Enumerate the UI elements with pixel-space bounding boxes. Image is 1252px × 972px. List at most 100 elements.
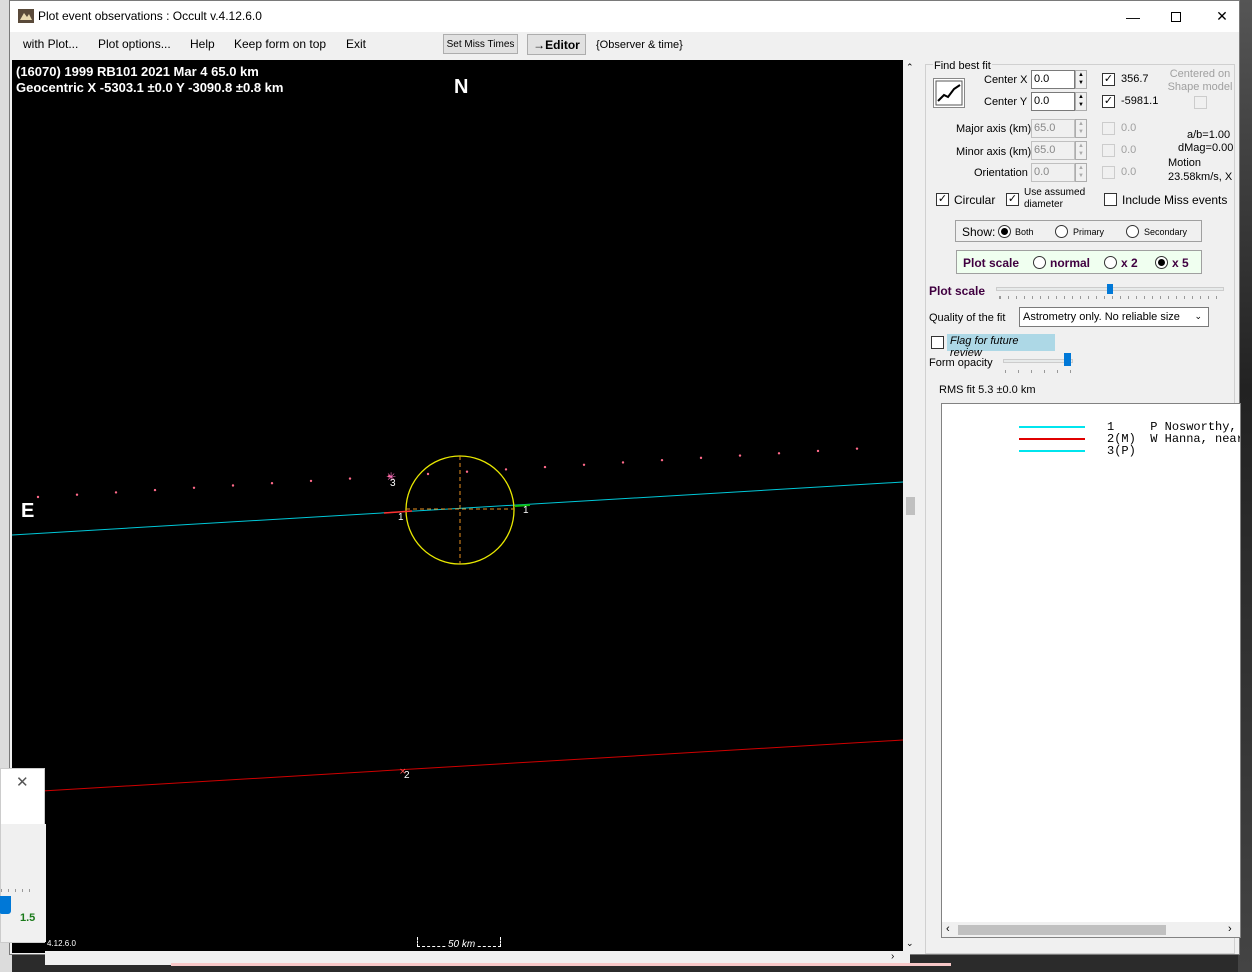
major-axis-checkbox[interactable] — [1102, 122, 1115, 135]
show-both-radio[interactable] — [998, 225, 1011, 238]
orientation-spinner[interactable]: ▲ ▼ — [1075, 163, 1087, 182]
scroll-right-icon[interactable]: › — [1228, 923, 1232, 935]
show-secondary-radio[interactable] — [1126, 225, 1139, 238]
menu-help[interactable]: Help — [190, 37, 215, 51]
path-dot — [270, 481, 274, 485]
find-fit-button[interactable] — [933, 78, 965, 108]
path-dot — [75, 493, 79, 496]
major-axis-input[interactable]: 65.0 — [1031, 119, 1075, 138]
center-y-check-value: -5981.1 — [1121, 95, 1159, 107]
opacity-slider-track[interactable] — [1003, 359, 1073, 363]
center-x-checkbox[interactable]: ✓ — [1102, 73, 1115, 86]
scroll-down-icon[interactable]: ⌄ — [906, 938, 914, 949]
legend-text-3: 3(P) — [1107, 444, 1136, 458]
close-button[interactable]: ✕ — [1199, 1, 1245, 32]
opacity-slider-thumb[interactable] — [1064, 353, 1071, 366]
menu-exit[interactable]: Exit — [346, 37, 366, 51]
partial-popup-window: ✕ 1.5 — [0, 768, 46, 943]
motion-value: 23.58km/s, X — [1168, 171, 1233, 183]
legend-row-1[interactable]: 1 P Nosworthy, near Ha — [942, 409, 1240, 433]
path-dot — [660, 458, 664, 462]
observer-legend-list[interactable]: 1 P Nosworthy, near Ha 2(M) W Hanna, nea… — [941, 403, 1241, 938]
path-dot — [348, 477, 352, 480]
menu-plot-options[interactable]: Plot options... — [98, 37, 171, 51]
plot-scale-label: Plot scale — [963, 256, 1020, 270]
path-dot — [738, 454, 742, 457]
center-x-check-value: 356.7 — [1121, 73, 1149, 85]
hscroll-track-highlight — [171, 963, 951, 966]
quality-select-value: Astrometry only. No reliable size — [1023, 311, 1180, 323]
menu-with-plot[interactable]: with Plot... — [23, 37, 78, 51]
legend-hscrollbar[interactable]: ‹ › — [942, 922, 1240, 937]
include-miss-label: Include Miss events — [1122, 193, 1228, 207]
path-dot — [816, 449, 820, 453]
plot-canvas[interactable]: (16070) 1999 RB101 2021 Mar 4 65.0 km Ge… — [12, 60, 903, 953]
find-best-fit-title: Find best fit — [933, 60, 992, 72]
path-dot — [36, 495, 40, 499]
titlebar: Plot event observations : Occult v.4.12.… — [10, 1, 1239, 32]
form-opacity-label: Form opacity — [929, 357, 993, 369]
quality-select[interactable]: Astrometry only. No reliable size ⌄ — [1019, 307, 1209, 327]
legend-hscroll-thumb[interactable] — [958, 925, 1166, 935]
center-y-checkbox[interactable]: ✓ — [1102, 95, 1115, 108]
include-miss-checkbox[interactable] — [1104, 193, 1117, 206]
opacity-slider-ticks — [1005, 370, 1071, 373]
circular-checkbox[interactable]: ✓ — [936, 193, 949, 206]
shadow-path-dots — [36, 447, 859, 499]
use-assumed-checkbox[interactable]: ✓ — [1006, 193, 1019, 206]
vscroll-thumb[interactable] — [906, 497, 915, 515]
path-dot — [543, 465, 547, 469]
orientation-checkbox[interactable] — [1102, 166, 1115, 179]
plot-scale-slider-thumb[interactable] — [1107, 284, 1113, 294]
chevron-down-icon: ⌄ — [1194, 311, 1202, 321]
minor-axis-checkbox[interactable] — [1102, 144, 1115, 157]
flag-review-checkbox[interactable] — [931, 336, 944, 349]
menu-keep-on-top[interactable]: Keep form on top — [234, 37, 326, 51]
scale-x2-label: x 2 — [1121, 256, 1138, 270]
plot-horizontal-scrollbar[interactable]: › — [45, 951, 951, 966]
center-y-spinner[interactable]: ▲ ▼ — [1075, 92, 1087, 111]
center-x-input[interactable]: 0.0 — [1031, 70, 1075, 89]
editor-button[interactable]: →Editor — [527, 34, 586, 55]
orientation-input[interactable]: 0.0 — [1031, 163, 1075, 182]
center-y-input[interactable]: 0.0 — [1031, 92, 1075, 111]
legend-rows: 1 P Nosworthy, near Ha 2(M) W Hanna, nea… — [942, 409, 1240, 457]
path-dot — [192, 486, 196, 489]
popup-body — [1, 824, 46, 942]
minor-axis-spinner[interactable]: ▲ ▼ — [1075, 141, 1087, 160]
major-axis-spinner[interactable]: ▲ ▼ — [1075, 119, 1087, 138]
legend-swatch-3 — [1019, 449, 1086, 452]
scroll-up-icon[interactable]: ⌃ — [906, 62, 914, 73]
scale-x5-label: x 5 — [1172, 256, 1189, 270]
path-dot — [855, 447, 859, 450]
flag-review-label: Flag for future review — [947, 334, 1055, 359]
chord-label-3: 3 — [390, 478, 396, 489]
show-primary-radio[interactable] — [1055, 225, 1068, 238]
minimize-button[interactable]: — — [1110, 1, 1156, 32]
maximize-button[interactable] — [1153, 1, 1199, 32]
scale-x5-radio[interactable] — [1155, 256, 1168, 269]
popup-slider-thumb[interactable] — [0, 896, 11, 914]
shape-model-checkbox[interactable] — [1194, 96, 1207, 109]
plot-vertical-scrollbar[interactable]: ⌃ ⌄ — [903, 60, 919, 953]
center-x-spinner[interactable]: ▲ ▼ — [1075, 70, 1087, 89]
path-dot — [153, 488, 157, 492]
path-dot — [309, 479, 313, 483]
scale-normal-radio[interactable] — [1033, 256, 1046, 269]
legend-swatch-1 — [1019, 425, 1086, 428]
path-dot — [621, 461, 625, 464]
hscroll-right-icon[interactable]: › — [891, 951, 894, 962]
popup-close-icon[interactable]: ✕ — [16, 773, 29, 791]
center-x-label: Center X — [984, 74, 1028, 86]
show-both-label: Both — [1015, 227, 1034, 237]
set-miss-times-button[interactable]: Set Miss Times — [443, 34, 518, 54]
scale-x2-radio[interactable] — [1104, 256, 1117, 269]
maximize-icon — [1171, 11, 1181, 22]
legend-swatch-2 — [1019, 437, 1086, 440]
scroll-left-icon[interactable]: ‹ — [946, 923, 950, 935]
plot-version: 4.12.6.0 — [47, 939, 76, 948]
scale-bar-label: 50 km — [446, 939, 478, 950]
path-dot — [504, 468, 508, 471]
minor-axis-input[interactable]: 65.0 — [1031, 141, 1075, 160]
menu-bar: with Plot... Plot options... Help Keep f… — [10, 32, 1239, 58]
